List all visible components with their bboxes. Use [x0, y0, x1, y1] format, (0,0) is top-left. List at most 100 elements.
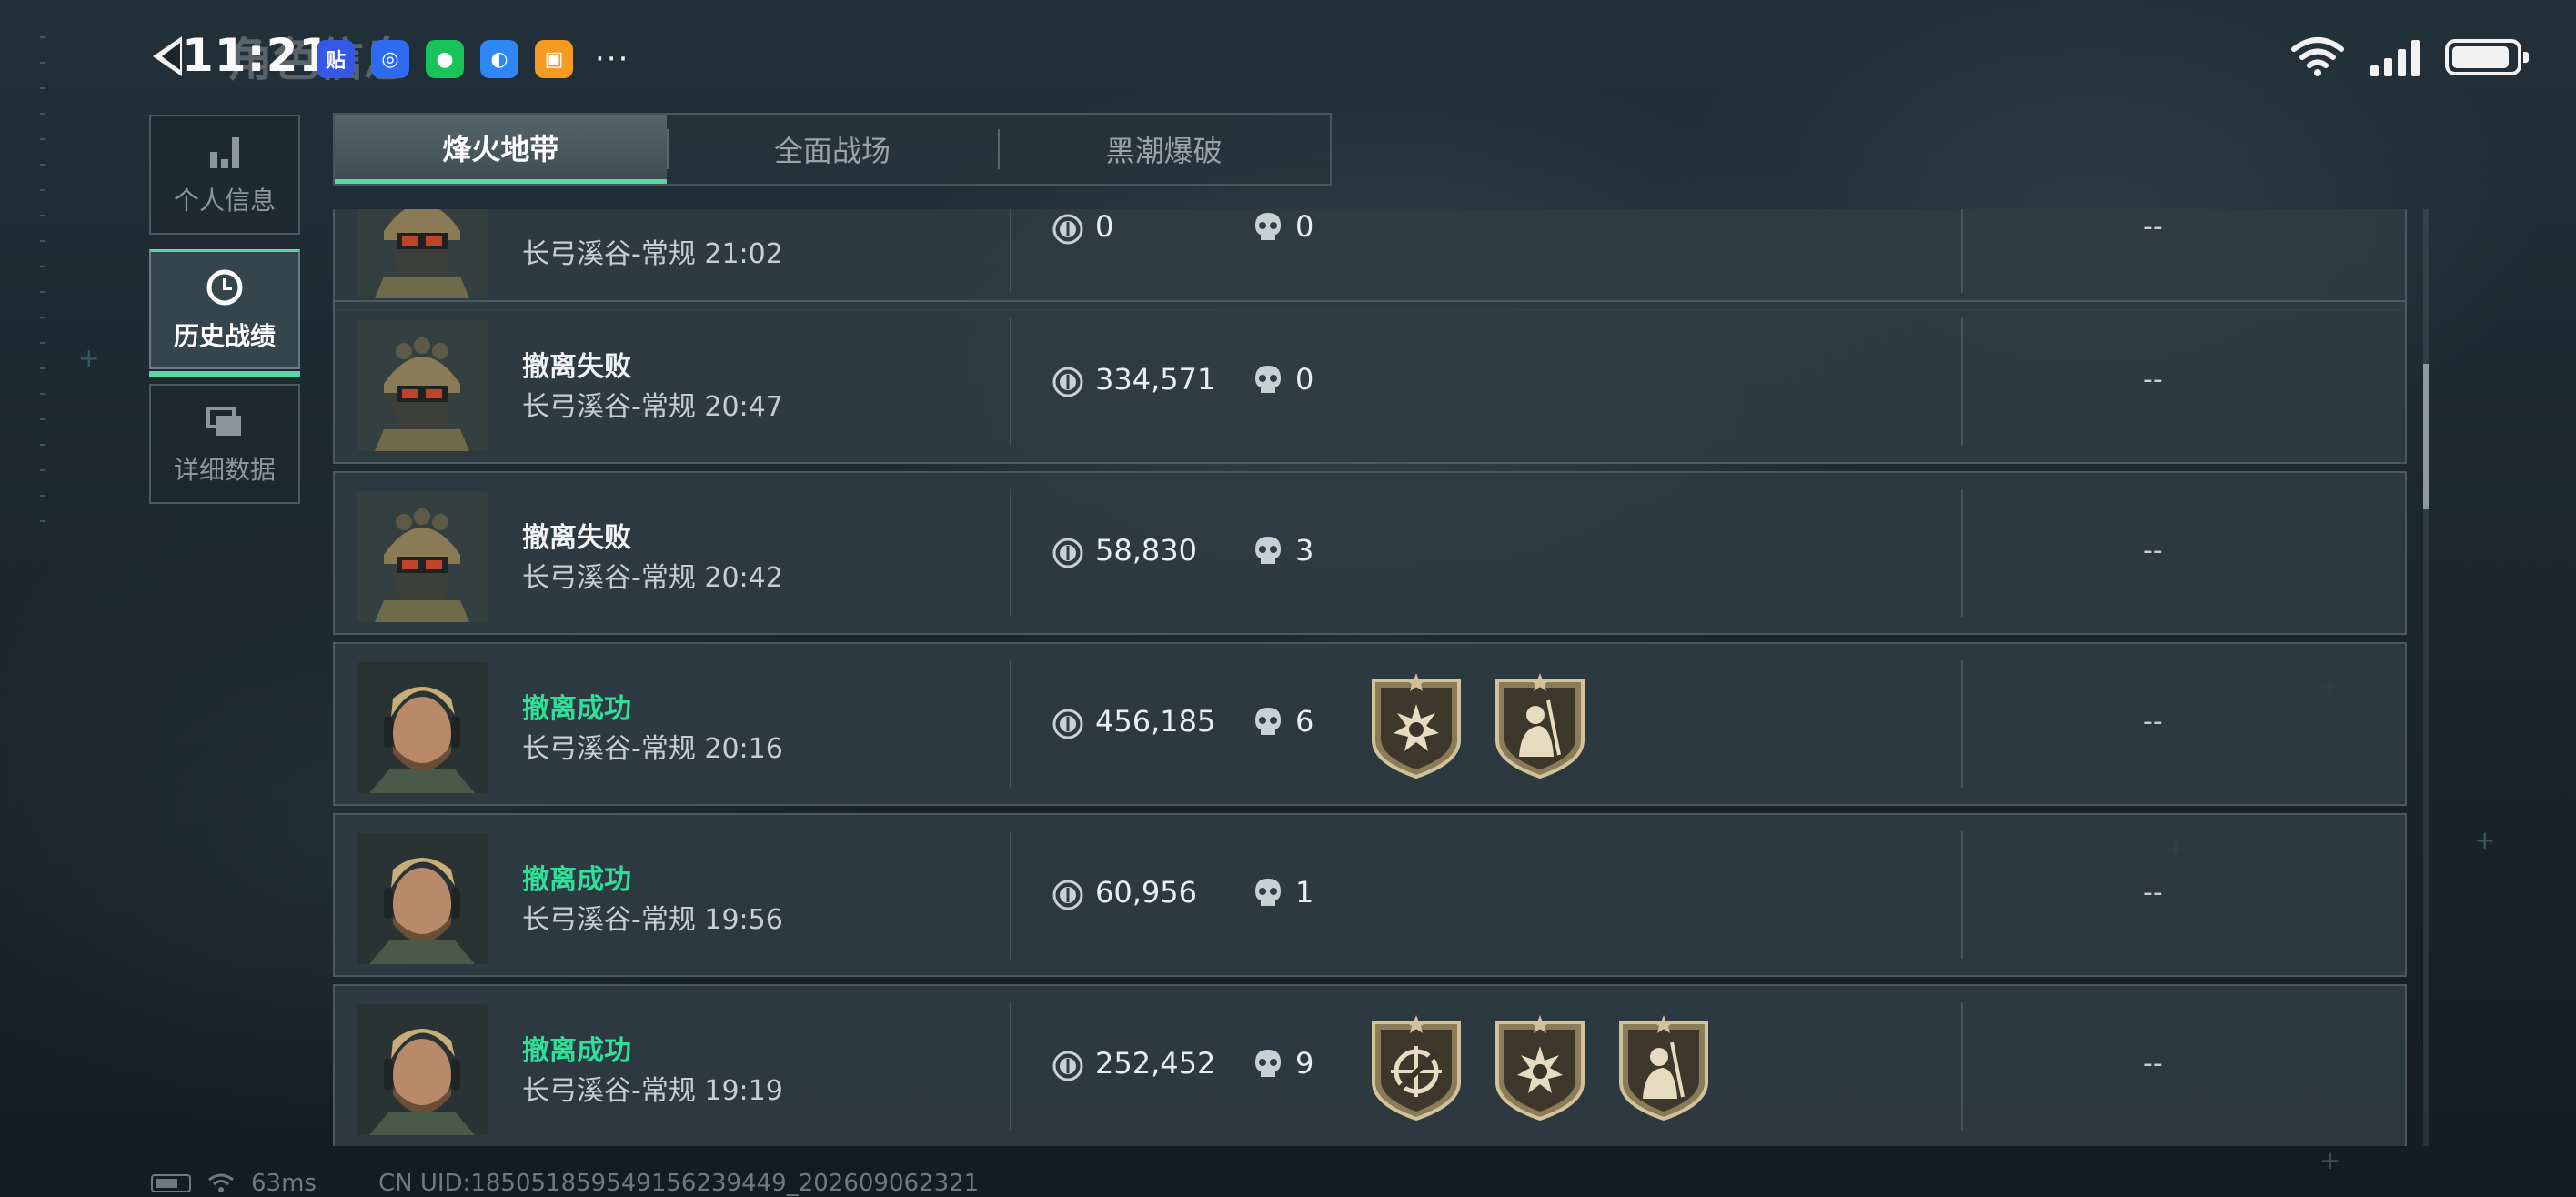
match-kills: 9: [1295, 1046, 1314, 1081]
notification-icons: 贴 ◎ ● ◐ ▣ ···: [317, 40, 629, 78]
match-kills: 6: [1295, 704, 1314, 739]
skull-icon: [1253, 1048, 1283, 1081]
wechat-app-icon: ●: [426, 40, 464, 78]
divider: [1010, 318, 1011, 446]
mode-tabs: 烽火地带 全面战场 黑潮爆破: [333, 113, 1332, 186]
bulb-app-icon: ◐: [480, 40, 518, 78]
table-row[interactable]: 撤离成功长弓溪谷-常规 19:19 252,452 9 --: [333, 984, 2407, 1146]
divider: [1010, 1002, 1011, 1130]
divider: [1010, 660, 1011, 788]
bar-chart-icon: [205, 132, 245, 172]
match-value: 0: [1095, 209, 1114, 244]
match-result: --: [2143, 535, 2163, 567]
match-history-list[interactable]: 长弓溪谷-常规 21:02 0 0 -- 撤离失败 长弓溪谷-常规 20:47 334,57…: [333, 209, 2409, 1146]
avatar: [357, 662, 488, 793]
sidebar-item-2[interactable]: 详细数据: [149, 384, 300, 504]
divider: [1961, 831, 1963, 959]
game-app-icon: ▣: [535, 40, 573, 78]
coin-icon: [1052, 708, 1084, 740]
skull-icon: [1253, 877, 1283, 910]
table-row[interactable]: 撤离失败 长弓溪谷-常规 20:42 58,830 3 --: [333, 471, 2407, 635]
skull-icon: [1253, 535, 1283, 568]
skull-icon: [1253, 706, 1283, 739]
tab-2[interactable]: 黑潮爆破: [998, 115, 1330, 184]
scrollbar[interactable]: [2423, 209, 2429, 1146]
match-kills: 3: [1295, 533, 1314, 568]
match-map-time: 长弓溪谷-常规 19:56: [522, 904, 783, 936]
signal-icon: [2370, 38, 2420, 76]
match-result: --: [2143, 706, 2163, 738]
tab-0[interactable]: 烽火地带: [335, 115, 667, 184]
match-result: --: [2143, 364, 2163, 396]
soldier-badge-icon: [1492, 673, 1588, 780]
table-row[interactable]: 撤离成功长弓溪谷-常规 19:56 60,956 1 --: [333, 813, 2407, 977]
clock: 11:21: [182, 29, 332, 82]
uid-text: CN UID:185051859549156239449_20260906232…: [377, 1170, 980, 1197]
match-result: --: [2143, 1048, 2163, 1080]
divider: [1010, 831, 1011, 959]
burst-badge-icon: [1492, 1015, 1588, 1122]
match-result: --: [2143, 877, 2163, 909]
match-kills: 0: [1295, 209, 1314, 244]
divider: [1010, 209, 1011, 293]
sidebar-item-label: 历史战绩: [173, 320, 276, 351]
wifi-small-icon: [208, 1173, 234, 1192]
match-map-time: 长弓溪谷-常规 19:19: [522, 1075, 783, 1107]
soldier-badge-icon: [1615, 1015, 1712, 1122]
wifi-icon: [2291, 37, 2344, 76]
table-row[interactable]: 长弓溪谷-常规 21:02 0 0 --: [333, 209, 2407, 311]
match-status: 撤离成功: [522, 1035, 631, 1067]
match-status: 撤离失败: [522, 351, 631, 383]
burst-badge-icon: [1368, 673, 1464, 780]
coin-icon: [1052, 1050, 1084, 1082]
match-status: 撤离成功: [522, 864, 631, 896]
battery-small-icon: [151, 1174, 191, 1192]
match-value: 58,830: [1095, 533, 1197, 568]
sidebar-item-label: 个人信息: [173, 186, 276, 216]
avatar: [357, 833, 488, 964]
more-icon: ···: [595, 41, 630, 77]
avatar: [357, 491, 488, 622]
match-status: 撤离失败: [522, 522, 631, 554]
divider: [1010, 489, 1011, 617]
skull-icon: [1253, 364, 1283, 397]
sidebar-item-label: 详细数据: [173, 455, 276, 485]
match-map-time: 长弓溪谷-常规 20:47: [522, 391, 783, 423]
avatar: [357, 209, 488, 298]
tieba-app-icon: 贴: [317, 40, 355, 78]
match-value: 334,571: [1095, 362, 1216, 397]
divider: [1961, 660, 1963, 788]
sidebar-item-1[interactable]: 历史战绩: [149, 249, 300, 377]
battery-icon: [2445, 39, 2529, 75]
scroll-thumb[interactable]: [2423, 364, 2429, 509]
back-arrow-icon[interactable]: [153, 36, 182, 76]
divider: [1961, 209, 1963, 293]
match-result: --: [2143, 211, 2163, 243]
match-status: 撤离成功: [522, 693, 631, 725]
table-row[interactable]: 撤离成功长弓溪谷-常规 20:16 456,185 6 --: [333, 642, 2407, 806]
table-row[interactable]: 撤离失败长弓溪谷-常规 20:47 334,571 0 --: [333, 300, 2407, 464]
coin-icon: [1052, 213, 1084, 246]
browser-app-icon: ◎: [371, 40, 409, 78]
avatar: [357, 1004, 488, 1135]
crosshair-deco-icon: +: [2474, 825, 2496, 855]
divider: [1961, 1002, 1963, 1130]
ping-text: 63ms: [251, 1170, 317, 1197]
divider: [1961, 489, 1963, 617]
coin-icon: [1052, 366, 1084, 398]
match-kills: 0: [1295, 362, 1314, 397]
tab-1[interactable]: 全面战场: [666, 115, 999, 184]
sidebar-item-0[interactable]: 个人信息: [149, 115, 300, 235]
match-map-time: 长弓溪谷-常规 21:02: [522, 238, 783, 270]
skull-icon: [1253, 211, 1283, 244]
crosshair-deco-icon: +: [78, 343, 100, 373]
match-map-time: 长弓溪谷-常规 20:16: [522, 733, 783, 765]
status-bar: 角色信息 11:21 贴◎●◐▣···: [0, 0, 2576, 118]
system-icons: [2290, 36, 2529, 78]
footer: 63ms CN UID:185051859549156239449_202609…: [151, 1170, 979, 1197]
match-value: 60,956: [1095, 875, 1197, 910]
match-value: 456,185: [1095, 704, 1216, 739]
match-value: 252,452: [1095, 1046, 1216, 1081]
cards-icon: [205, 401, 245, 441]
match-kills: 1: [1295, 875, 1314, 910]
